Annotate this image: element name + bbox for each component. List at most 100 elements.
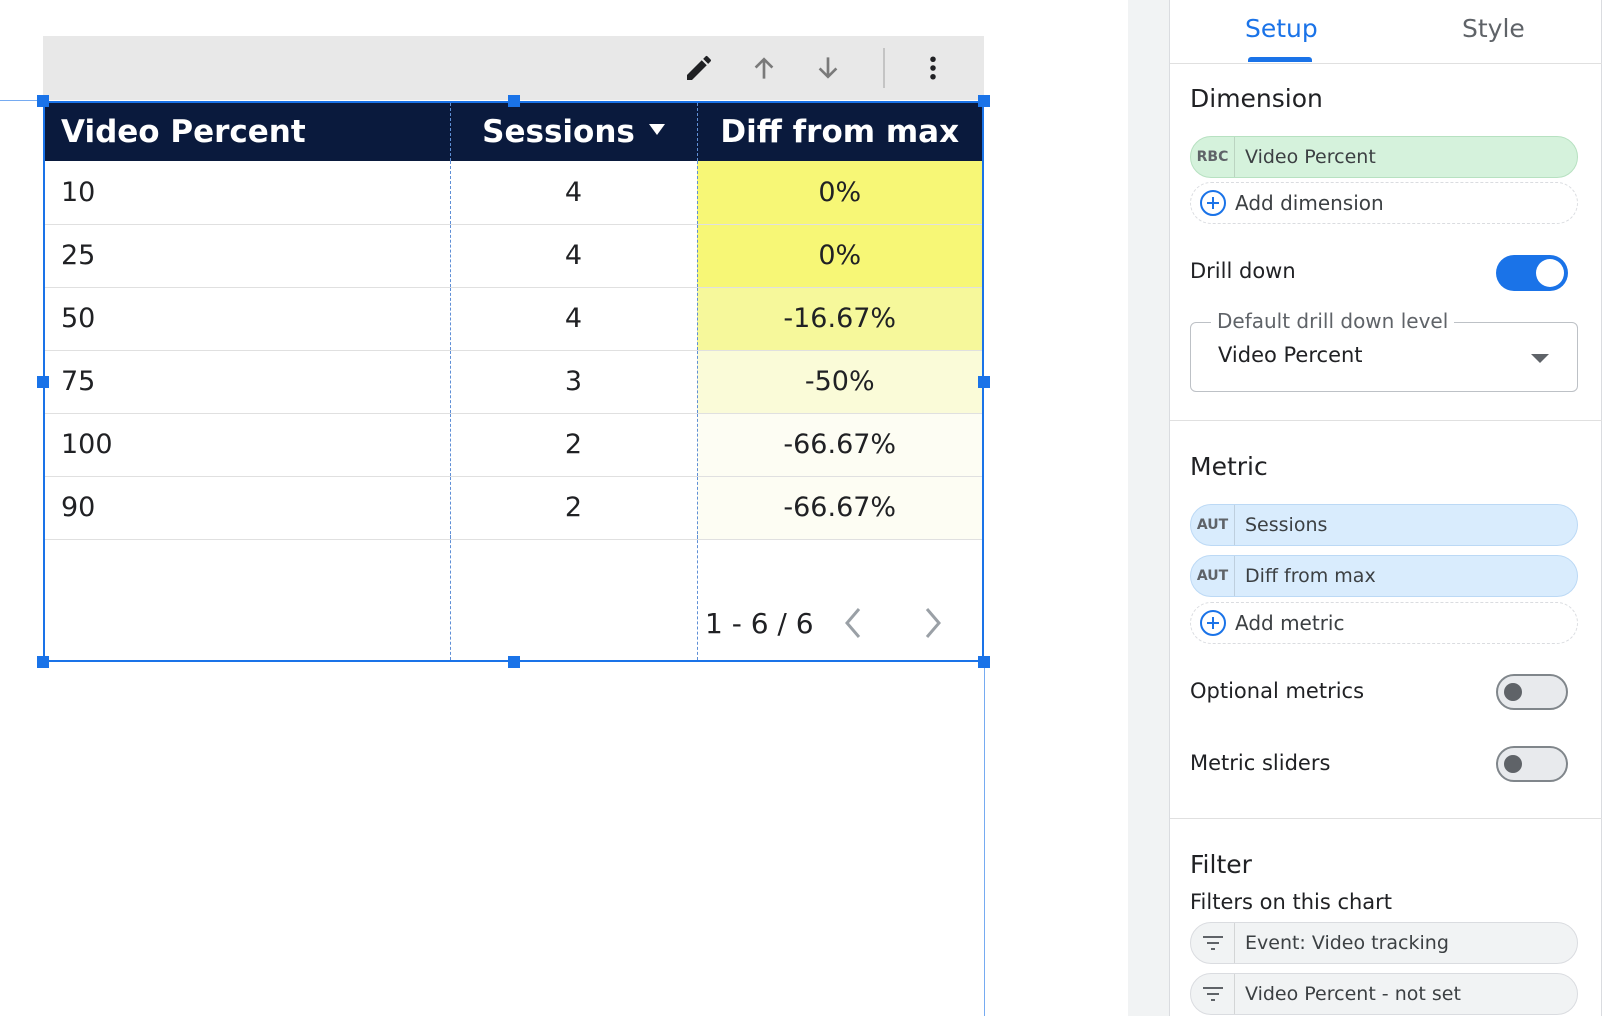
cell-video-percent: 90 — [45, 476, 451, 540]
chip-label: Diff from max — [1245, 565, 1376, 587]
drill-down-toggle[interactable] — [1496, 255, 1568, 291]
resize-handle[interactable] — [508, 95, 520, 107]
report-canvas: Video Percent Sessions Diff from max 10 … — [0, 0, 1094, 1016]
cell-sessions: 4 — [450, 287, 698, 351]
chart-toolbar — [43, 36, 984, 100]
resize-handle[interactable] — [37, 376, 49, 388]
column-header-sessions[interactable]: Sessions — [450, 103, 698, 161]
metric-sliders-label: Metric sliders — [1190, 751, 1331, 775]
column-header-video-percent[interactable]: Video Percent — [45, 103, 451, 161]
tab-setup[interactable]: Setup — [1245, 14, 1318, 43]
optional-metrics-label: Optional metrics — [1190, 679, 1365, 703]
data-table: Video Percent Sessions Diff from max 10 … — [45, 103, 982, 540]
dropdown-arrow-icon — [1531, 354, 1549, 363]
arrow-up-icon[interactable] — [742, 46, 786, 90]
filter-chip-event-video-tracking[interactable]: Event: Video tracking — [1190, 922, 1578, 964]
cell-sessions: 2 — [450, 413, 698, 477]
panel-scroll-edge — [1602, 0, 1618, 1016]
text-type-icon: RBC — [1191, 137, 1235, 177]
cell-diff-from-max: -16.67% — [697, 287, 982, 351]
metric-section-title: Metric — [1190, 452, 1268, 481]
resize-handle[interactable] — [978, 95, 990, 107]
arrow-down-icon[interactable] — [806, 46, 850, 90]
more-vert-icon[interactable] — [911, 46, 955, 90]
filters-on-chart-label: Filters on this chart — [1190, 890, 1393, 914]
cell-diff-from-max: -66.67% — [697, 413, 982, 477]
cell-sessions: 2 — [450, 476, 698, 540]
table-row: 25 4 0% — [45, 224, 982, 288]
optional-metrics-toggle[interactable] — [1496, 674, 1568, 710]
table-row: 50 4 -16.67% — [45, 287, 982, 351]
tab-style[interactable]: Style — [1462, 14, 1525, 43]
column-divider — [450, 535, 451, 660]
chevron-right-icon[interactable] — [915, 603, 951, 643]
cell-video-percent: 25 — [45, 224, 451, 288]
sort-descending-icon — [648, 124, 665, 135]
chevron-left-icon[interactable] — [835, 603, 871, 643]
cell-video-percent: 100 — [45, 413, 451, 477]
active-tab-indicator — [1248, 57, 1312, 62]
add-circle-icon — [1191, 189, 1235, 217]
section-divider — [1170, 818, 1602, 819]
properties-panel: Setup Style Dimension RBC Video Percent … — [1170, 0, 1602, 1016]
section-divider — [1170, 420, 1602, 421]
table-header-row: Video Percent Sessions Diff from max — [45, 103, 982, 161]
alignment-guide-vertical — [984, 660, 985, 1016]
cell-diff-from-max: 0% — [697, 161, 982, 225]
add-metric-button[interactable]: Add metric — [1190, 602, 1578, 644]
default-drill-down-level-select[interactable]: Default drill down level Video Percent — [1190, 309, 1578, 392]
cell-sessions: 4 — [450, 224, 698, 288]
dimension-section-title: Dimension — [1190, 84, 1323, 113]
default-drill-down-level-label: Default drill down level — [1211, 309, 1455, 333]
table-empty-area: 1 - 6 / 6 — [45, 535, 982, 660]
chip-label: Video Percent — [1245, 146, 1376, 168]
panel-gutter — [1128, 0, 1170, 1016]
dimension-chip-video-percent[interactable]: RBC Video Percent — [1190, 136, 1578, 178]
resize-handle[interactable] — [37, 95, 49, 107]
filter-icon — [1191, 923, 1235, 963]
toggle-knob — [1504, 683, 1522, 701]
aggregation-type-icon: AUT — [1191, 556, 1235, 596]
add-circle-icon — [1191, 609, 1235, 637]
resize-handle[interactable] — [978, 656, 990, 668]
add-metric-label: Add metric — [1235, 611, 1345, 635]
cell-video-percent: 75 — [45, 350, 451, 414]
add-dimension-label: Add dimension — [1235, 191, 1384, 215]
cell-diff-from-max: -66.67% — [697, 476, 982, 540]
table-chart[interactable]: Video Percent Sessions Diff from max 10 … — [43, 101, 984, 662]
filter-chip-video-percent-not-set[interactable]: Video Percent - not set — [1190, 973, 1578, 1015]
resize-handle[interactable] — [508, 656, 520, 668]
cell-sessions: 4 — [450, 161, 698, 225]
default-drill-down-level-value: Video Percent — [1218, 343, 1363, 367]
toolbar-separator — [883, 48, 885, 88]
metric-chip-sessions[interactable]: AUT Sessions — [1190, 504, 1578, 546]
metric-sliders-toggle[interactable] — [1496, 746, 1568, 782]
add-dimension-button[interactable]: Add dimension — [1190, 182, 1578, 224]
cell-diff-from-max: 0% — [697, 224, 982, 288]
chip-label: Event: Video tracking — [1245, 932, 1449, 954]
table-row: 90 2 -66.67% — [45, 476, 982, 540]
pagination-label: 1 - 6 / 6 — [705, 607, 814, 640]
aggregation-type-icon: AUT — [1191, 505, 1235, 545]
table-row: 100 2 -66.67% — [45, 413, 982, 477]
filter-section-title: Filter — [1190, 850, 1252, 879]
cell-video-percent: 50 — [45, 287, 451, 351]
column-header-diff-from-max[interactable]: Diff from max — [697, 103, 982, 161]
cell-video-percent: 10 — [45, 161, 451, 225]
column-divider — [697, 535, 698, 660]
metric-chip-diff-from-max[interactable]: AUT Diff from max — [1190, 555, 1578, 597]
chip-label: Video Percent - not set — [1245, 983, 1461, 1005]
column-header-label: Sessions — [482, 114, 635, 150]
cell-sessions: 3 — [450, 350, 698, 414]
table-row: 10 4 0% — [45, 161, 982, 225]
panel-tabs: Setup Style — [1170, 0, 1602, 64]
alignment-guide-horizontal — [0, 100, 42, 101]
resize-handle[interactable] — [978, 376, 990, 388]
pencil-icon[interactable] — [677, 46, 721, 90]
filter-icon — [1191, 974, 1235, 1014]
cell-diff-from-max: -50% — [697, 350, 982, 414]
drill-down-label: Drill down — [1190, 259, 1296, 283]
resize-handle[interactable] — [37, 656, 49, 668]
chip-label: Sessions — [1245, 514, 1328, 536]
toggle-knob — [1504, 755, 1522, 773]
